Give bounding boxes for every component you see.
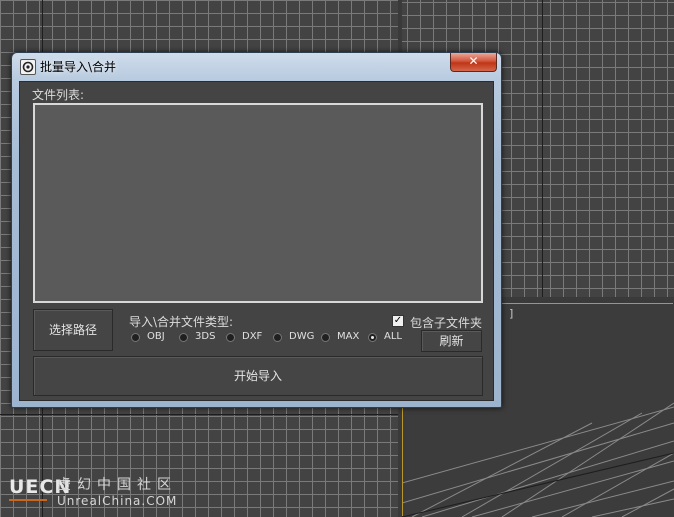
radio-label: DWG — [289, 331, 315, 342]
dialog-client-area: 文件列表: 选择路径 导入\合并文件类型: OBJ 3DS DXF DWG MA… — [19, 81, 494, 401]
include-subfolders-checkbox[interactable]: ✓ — [392, 315, 404, 327]
batch-import-dialog: 批量导入\合并 ✕ 文件列表: 选择路径 导入\合并文件类型: OBJ 3DS — [11, 52, 502, 408]
file-list-label: 文件列表: — [32, 88, 85, 102]
watermark-site: UnrealChina.COM — [57, 494, 178, 508]
radio-dot — [226, 333, 235, 342]
close-button[interactable]: ✕ — [450, 53, 497, 72]
checkmark-icon: ✓ — [393, 315, 403, 326]
radio-dot — [179, 333, 188, 342]
radio-label: MAX — [337, 331, 360, 342]
title-bar[interactable]: 批量导入\合并 ✕ — [12, 53, 501, 79]
refresh-button[interactable]: 刷新 — [421, 330, 482, 352]
grid-axis-horizontal — [0, 414, 398, 415]
file-type-label: 导入\合并文件类型: — [129, 315, 234, 329]
watermark-title: 虚幻中国社区 — [57, 477, 177, 493]
viewport-label[interactable]: ] — [509, 307, 513, 320]
include-subfolders-label[interactable]: 包含子文件夹 — [410, 314, 482, 331]
watermark-underline — [9, 499, 47, 501]
close-icon: ✕ — [468, 54, 479, 68]
app-icon — [20, 59, 36, 75]
grid-axis-vertical-right — [542, 0, 543, 297]
radio-label: OBJ — [147, 331, 165, 342]
start-import-button[interactable]: 开始导入 — [33, 356, 483, 396]
radio-label: ALL — [384, 331, 402, 342]
radio-dot — [131, 333, 140, 342]
desktop-3ds-max: ] UECN 虚幻中国社区 UnrealChina.COM 批量导入\合并 ✕ … — [0, 0, 674, 517]
radio-dot-selected — [368, 333, 377, 342]
window-title: 批量导入\合并 — [40, 60, 117, 74]
select-path-button[interactable]: 选择路径 — [33, 309, 113, 351]
radio-label: DXF — [242, 331, 263, 342]
radio-dot — [321, 333, 330, 342]
file-list[interactable] — [33, 103, 483, 303]
radio-dot — [273, 333, 282, 342]
radio-label: 3DS — [195, 331, 216, 342]
